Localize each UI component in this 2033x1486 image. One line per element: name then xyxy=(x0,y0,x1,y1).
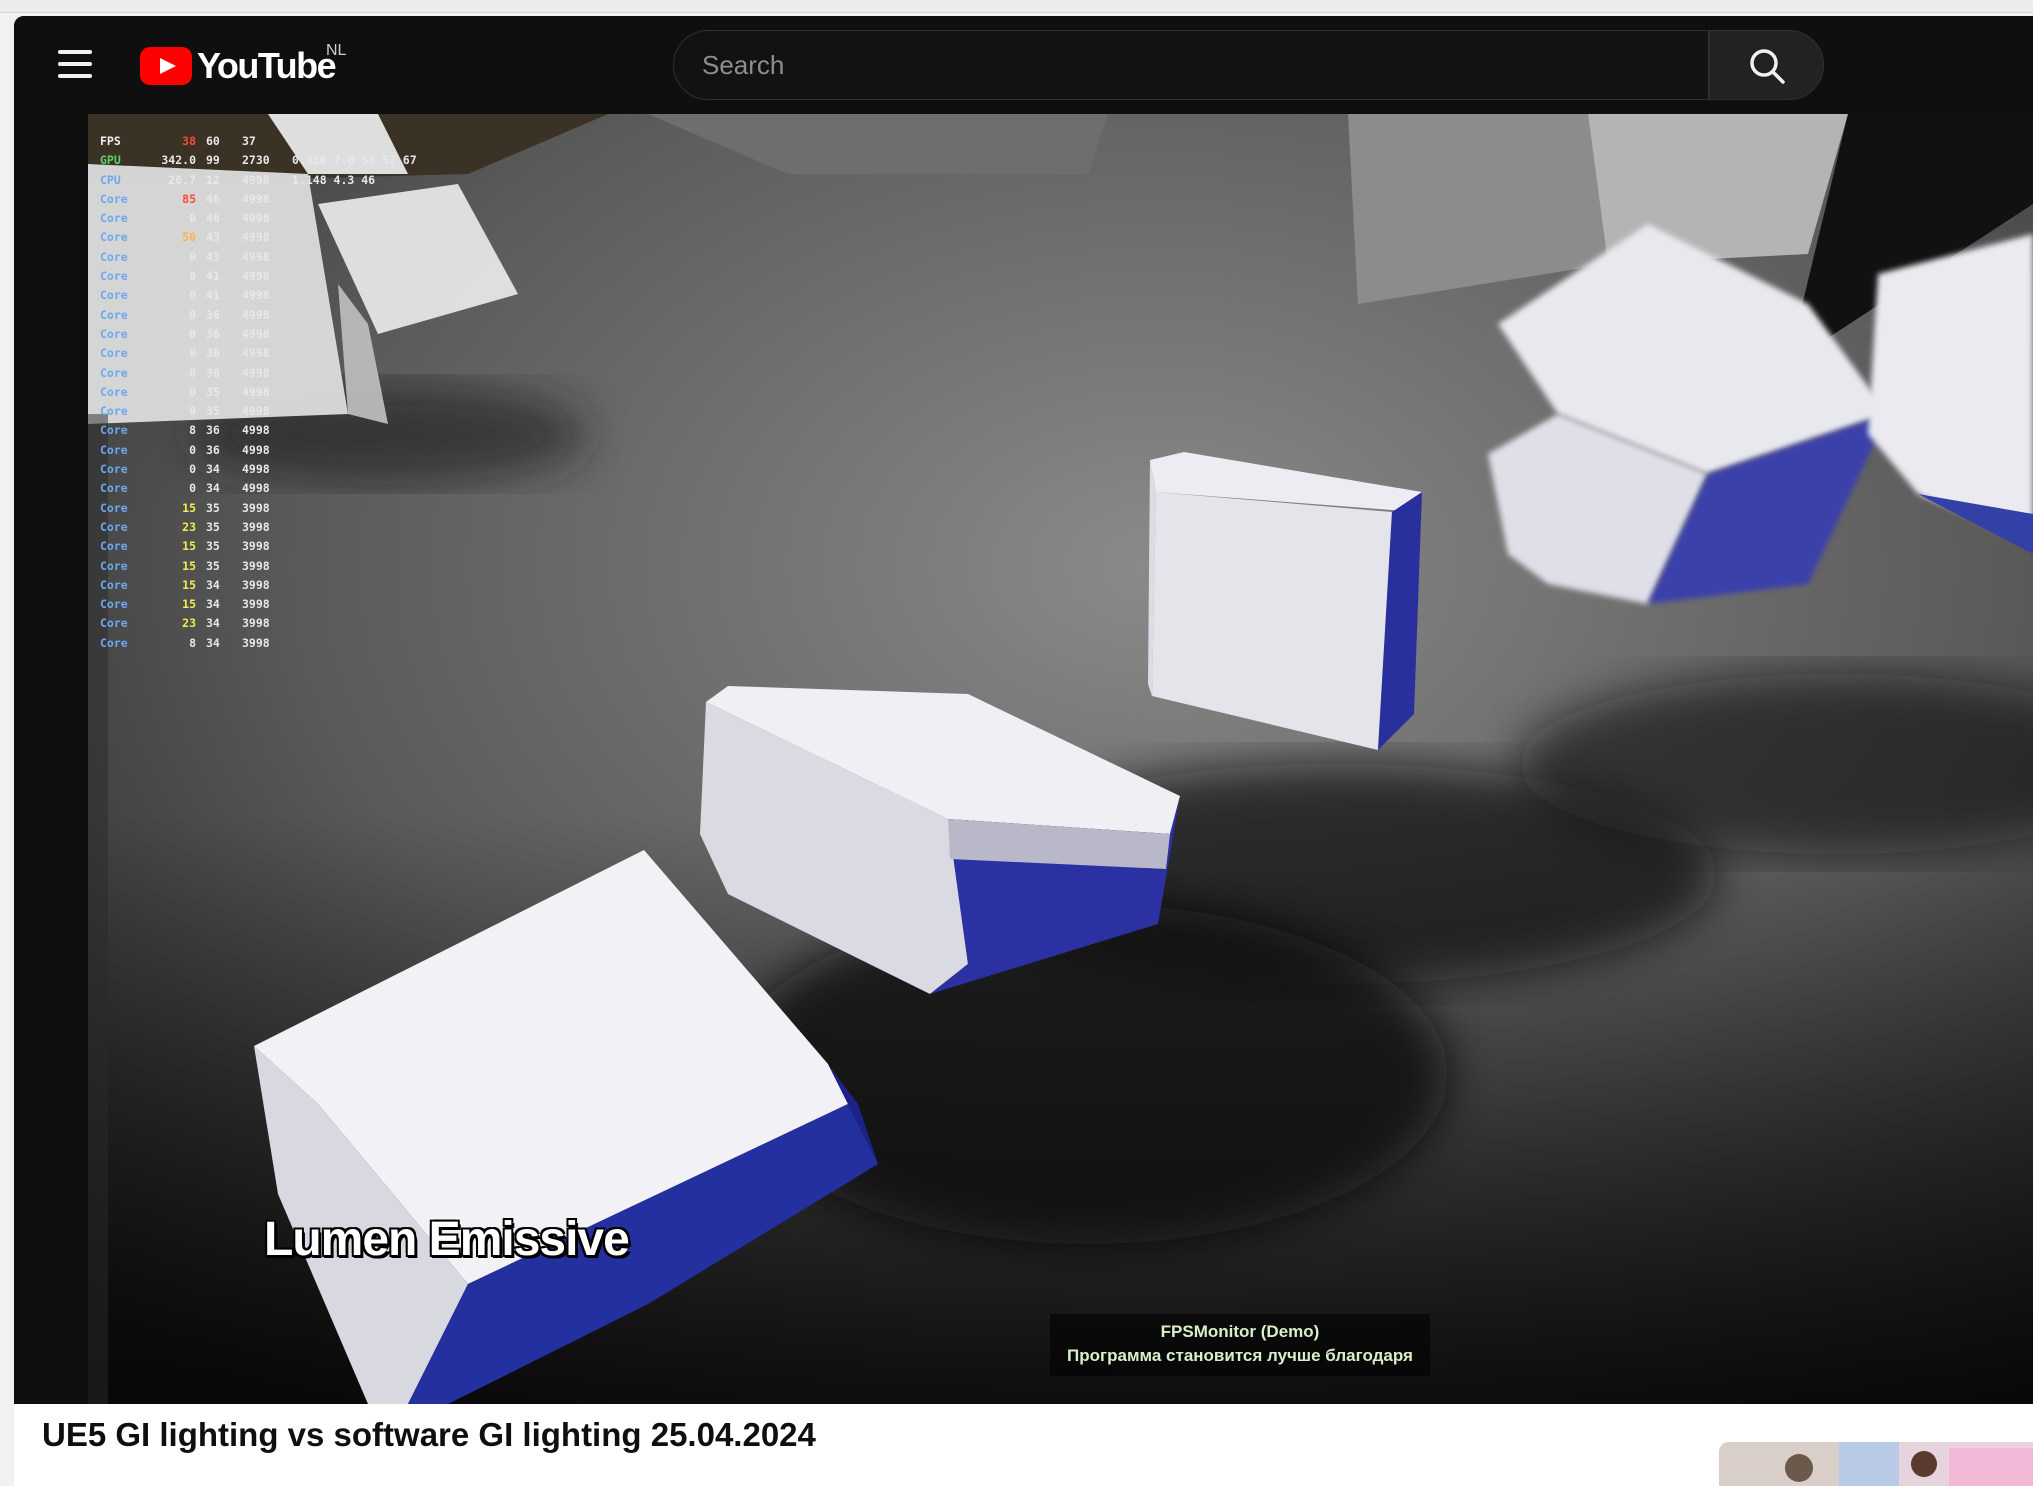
search-icon xyxy=(1750,49,1785,84)
osd-core-row: Core 0 34 4998 xyxy=(100,462,270,477)
osd-core-row: Core 8 34 3998 xyxy=(100,635,270,650)
search-input[interactable] xyxy=(673,30,1709,100)
osd-cpu-row: CPU 26.7 12 4998 1.148 4.3 46 xyxy=(100,172,376,187)
osd-core-row: Core 0 36 4998 xyxy=(100,365,270,380)
youtube-play-icon xyxy=(140,47,192,85)
osd-core-row: Core 0 41 4998 xyxy=(100,288,270,303)
video-title: UE5 GI lighting vs software GI lighting … xyxy=(42,1416,816,1453)
osd-core-row: Core 0 43 4998 xyxy=(100,249,270,264)
search-button[interactable] xyxy=(1709,30,1824,100)
osd-gpu-row: GPU 342.0 99 2730 0.950 7.0 58 52 67 xyxy=(100,153,417,168)
video-info: UE5 GI lighting vs software GI lighting … xyxy=(14,1404,2033,1486)
osd-core-row: Core 8 36 4998 xyxy=(100,423,270,438)
watermark-subtitle: Программа становится лучше благодаря xyxy=(1067,1346,1413,1365)
video-player[interactable]: FPS 38 60 37 GPU 342.0 99 2730 0.950 7.0… xyxy=(88,114,2033,1404)
osd-core-row: Core 15 35 3998 xyxy=(100,558,270,573)
youtube-window: YouTube NL Search FPS 38 60 37 GPU 342.0… xyxy=(14,16,2033,1486)
search-bar xyxy=(673,30,1824,100)
youtube-logo[interactable]: YouTube NL xyxy=(140,42,346,86)
osd-core-row: Core 15 35 3998 xyxy=(100,500,270,515)
osd-core-row: Core 0 35 4998 xyxy=(100,384,270,399)
logo-wordmark: YouTube xyxy=(197,45,337,86)
browser-top-edge xyxy=(0,0,2033,13)
hamburger-menu-icon[interactable] xyxy=(58,50,92,82)
osd-core-row: Core 0 36 4998 xyxy=(100,307,270,322)
osd-core-row: Core 0 41 4998 xyxy=(100,269,270,284)
osd-core-list: Core 85 46 4998 Core 0 46 4998 Core 50 43 4998 Core 0… xyxy=(100,190,417,653)
masthead: YouTube NL xyxy=(14,16,2033,114)
osd-core-row: Core 0 34 4998 xyxy=(100,481,270,496)
watermark-title: FPSMonitor (Demo) xyxy=(1160,1322,1320,1341)
osd-core-row: Core 0 35 4998 xyxy=(100,404,270,419)
osd-core-row: Core 0 46 4998 xyxy=(100,211,270,226)
fpsmonitor-watermark: FPSMonitor (Demo) Программа становится л… xyxy=(1050,1314,1430,1376)
video-caption: Lumen Emissive xyxy=(264,1213,630,1266)
osd-fps-row: FPS 38 60 37 xyxy=(100,134,256,148)
osd-core-row: Core 15 34 3998 xyxy=(100,597,270,612)
country-code: NL xyxy=(326,42,347,59)
osd-core-row: Core 0 36 4998 xyxy=(100,326,270,341)
osd-core-row: Core 23 35 3998 xyxy=(100,519,270,534)
osd-core-row: Core 15 34 3998 xyxy=(100,577,270,592)
osd-core-row: Core 0 36 4998 xyxy=(100,346,270,361)
osd-core-row: Core 85 46 4998 xyxy=(100,191,270,206)
osd-core-row: Core 0 36 4998 xyxy=(100,442,270,457)
osd-core-row: Core 50 43 4998 xyxy=(100,230,270,245)
osd-core-row: Core 23 34 3998 xyxy=(100,616,270,631)
recommended-video-thumbnail[interactable] xyxy=(1719,1442,2033,1486)
fps-monitor-overlay: FPS 38 60 37 GPU 342.0 99 2730 0.950 7.0… xyxy=(100,132,417,653)
osd-core-row: Core 15 35 3998 xyxy=(100,539,270,554)
